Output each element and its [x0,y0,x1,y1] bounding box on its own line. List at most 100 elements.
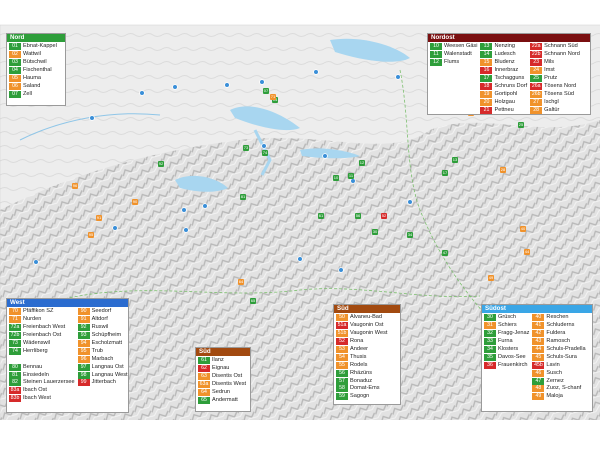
legend-sued-small-title: Süd [196,348,250,356]
station-marker[interactable]: 12 [359,160,365,166]
station-marker[interactable]: 17 [442,170,448,176]
legend-entry: 10 Weesen Gäsi [430,43,477,51]
station-marker[interactable]: 11 [348,173,354,179]
legend-entry: 55 Rodels [336,361,387,369]
legend-entry: 20 Holzgau [480,98,527,106]
station-marker[interactable]: 28 [500,167,506,173]
station-code-badge: 51a [336,322,348,330]
station-marker[interactable]: 44 [524,249,530,255]
station-marker[interactable]: 95 [88,232,94,238]
legend-suedost-entries: 30 Grüsch 31 Schiers 32 Fragg-Jenaz 33 Furna 34 K… [482,313,592,402]
legend-entry: 98 Langnau West [77,371,128,379]
station-name: Andermatt [212,396,238,403]
station-code-badge: 02 [9,51,21,59]
legend-entry: 32 Fragg-Jenaz [484,330,529,338]
legend-entry: 07 Zell [9,90,57,98]
legend-entry: 01 Ebnat-Kappel [9,43,57,51]
legend-west-title: West [7,299,128,307]
station-name: Rodels [350,361,368,368]
legend-column: 10 Weesen Gäsi 11 Walenstadt 12 Flums [430,43,477,114]
station-code-badge: 74 [9,347,21,355]
station-name: Ibach West [23,395,51,402]
station-code-badge: 26b [530,90,543,98]
station-code-badge: 82 [9,379,21,387]
station-marker[interactable]: 07 [263,88,269,94]
station-marker[interactable]: 61 [318,213,324,219]
legend-entry: 47 Zernez [532,377,585,385]
station-marker[interactable]: 73 [243,145,249,151]
station-marker[interactable]: 64 [238,279,244,285]
legend-entry: 34 Klosters [484,346,529,354]
station-name: Marbach [91,355,114,362]
legend-west: West 70 Pfäffikon SZ 71 Nurden 72a Freienbach… [6,298,129,413]
station-marker[interactable]: 81 [240,194,246,200]
legend-west-entries: 70 Pfäffikon SZ 71 Nurden 72a Freienbach West… [7,307,128,404]
station-code-badge: 27 [530,98,543,106]
station-code-badge: 13 [480,43,493,51]
legend-column: 22a Schnann Süd 22b Schnann Nord 23 Mils 24 Ims… [530,43,580,114]
station-marker[interactable]: 34 [407,232,413,238]
station-code-badge: 57 [336,377,348,385]
legend-entry: 93 Schüpfheim [77,332,128,340]
station-marker[interactable]: 52 [381,213,387,219]
station-code-badge: 05 [9,75,21,82]
station-marker[interactable]: 10 [333,175,339,181]
station-marker[interactable]: 49 [488,275,494,281]
station-marker[interactable]: 71 [270,94,276,100]
legend-entry: 23 Mils [530,59,580,67]
station-name: Bludenz [494,59,515,66]
legend-entry: 51a Vaugonin Ost [336,322,387,330]
legend-entry: 03 Bütschwil [9,59,57,67]
station-marker[interactable]: 74 [262,150,268,156]
station-name: Galtür [544,106,560,113]
station-name: Trub [91,347,103,354]
station-name: Wattwil [23,51,41,58]
station-marker[interactable]: 13 [452,157,458,163]
station-marker[interactable]: 56 [355,213,361,219]
station-code-badge: 31 [484,322,496,330]
station-code-badge: 03 [9,59,21,67]
legend-entry: 18 Schruns Dorf [480,82,527,90]
station-code-badge: 56 [336,369,348,377]
station-code-badge: 91 [77,316,90,324]
station-name: Fischenthal [23,67,52,74]
legend-column: 70 Pfäffikon SZ 71 Nurden 72a Freienbach West… [9,308,75,403]
station-name: Herrliberg [23,347,48,354]
station-name: Schuls-Sura [546,353,577,360]
legend-entry: 45 Schuls-Sura [532,353,585,361]
legend-entry: 05 Hauma [9,75,57,83]
station-name: Frauenkirch [498,361,528,368]
legend-entry: 82 Steinen Lauerzersee [9,379,75,387]
station-marker[interactable]: 96 [72,183,78,189]
legend-entry: 94 Escholzmatt [77,340,128,348]
legend-entry: 73 Wädenswil [9,340,75,348]
station-marker[interactable]: 92 [158,161,164,167]
station-code-badge: 98 [77,371,90,379]
station-name: Schnann Süd [544,43,578,50]
station-code-badge: 83b [9,395,21,403]
legend-entry: 97 Langnau Ost [77,363,128,371]
station-code-badge: 53 [336,346,348,353]
station-marker[interactable]: 25 [518,122,524,128]
station-name: Domat-Ems [350,385,380,392]
station-name: Steinen Lauerzersee [23,379,75,386]
station-marker[interactable]: 30 [372,229,378,235]
station-code-badge: 51b [336,330,348,338]
station-marker[interactable]: 47 [442,250,448,256]
station-marker[interactable]: 90 [132,199,138,205]
legend-nordost-title: Nordost [428,34,590,42]
station-code-badge: 35 [484,353,496,361]
legend-entry: 64 Sedrun [198,389,246,397]
station-code-badge: 58 [336,385,348,393]
station-code-badge: 22a [530,43,543,51]
station-marker[interactable]: 40 [520,226,526,232]
legend-entry: 22b Schnann Nord [530,51,580,59]
station-code-badge: 41 [532,322,545,330]
station-code-badge: 48 [532,385,545,393]
station-code-badge: 25 [530,75,543,82]
station-name: Alvaneu-Bad [350,314,383,321]
station-marker[interactable]: 65 [250,298,256,304]
station-marker[interactable]: 91 [96,215,102,221]
station-name: Schüpfheim [91,332,122,339]
legend-entry: 92 Ruswil [77,324,128,332]
